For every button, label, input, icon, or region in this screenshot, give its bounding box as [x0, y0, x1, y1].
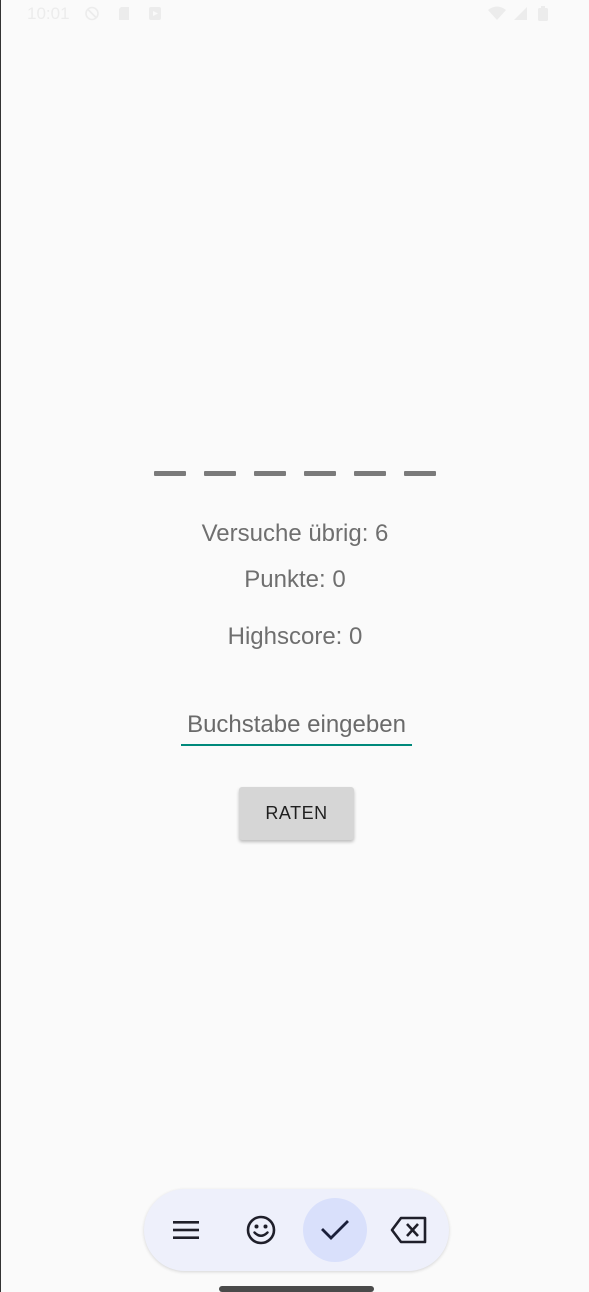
menu-icon	[173, 1221, 199, 1239]
emoji-icon	[246, 1215, 276, 1245]
letter-blank	[254, 471, 286, 476]
letter-blank	[304, 471, 336, 476]
letter-input-container	[181, 706, 412, 746]
do-not-disturb-icon	[85, 6, 99, 21]
emoji-button[interactable]	[229, 1198, 293, 1262]
letter-blank	[404, 471, 436, 476]
sd-card-icon	[119, 7, 129, 20]
letter-blank	[154, 471, 186, 476]
keyboard-toolbar	[144, 1189, 449, 1271]
status-time: 10:01	[27, 4, 70, 23]
check-icon	[321, 1220, 349, 1240]
highscore-text: Highscore: 0	[227, 623, 363, 650]
backspace-icon	[390, 1216, 427, 1244]
menu-button[interactable]	[154, 1198, 218, 1262]
letter-input[interactable]	[181, 706, 412, 746]
media-icon	[149, 7, 161, 20]
word-blanks	[1, 471, 589, 476]
guess-button[interactable]: RATEN	[239, 787, 354, 840]
confirm-button[interactable]	[303, 1198, 367, 1262]
battery-icon	[538, 6, 548, 21]
signal-icon	[514, 7, 527, 20]
letter-blank	[354, 471, 386, 476]
wifi-icon	[488, 6, 506, 20]
backspace-button[interactable]	[377, 1198, 441, 1262]
screen: 10:01 Versuche übrig: 6 Punkte: 0 Highsc…	[0, 0, 589, 1292]
letter-blank	[204, 471, 236, 476]
navigation-handle[interactable]	[219, 1286, 374, 1292]
status-bar: 10:01	[1, 0, 589, 30]
points-text: Punkte: 0	[244, 566, 346, 593]
tries-remaining-text: Versuche übrig: 6	[201, 520, 389, 547]
